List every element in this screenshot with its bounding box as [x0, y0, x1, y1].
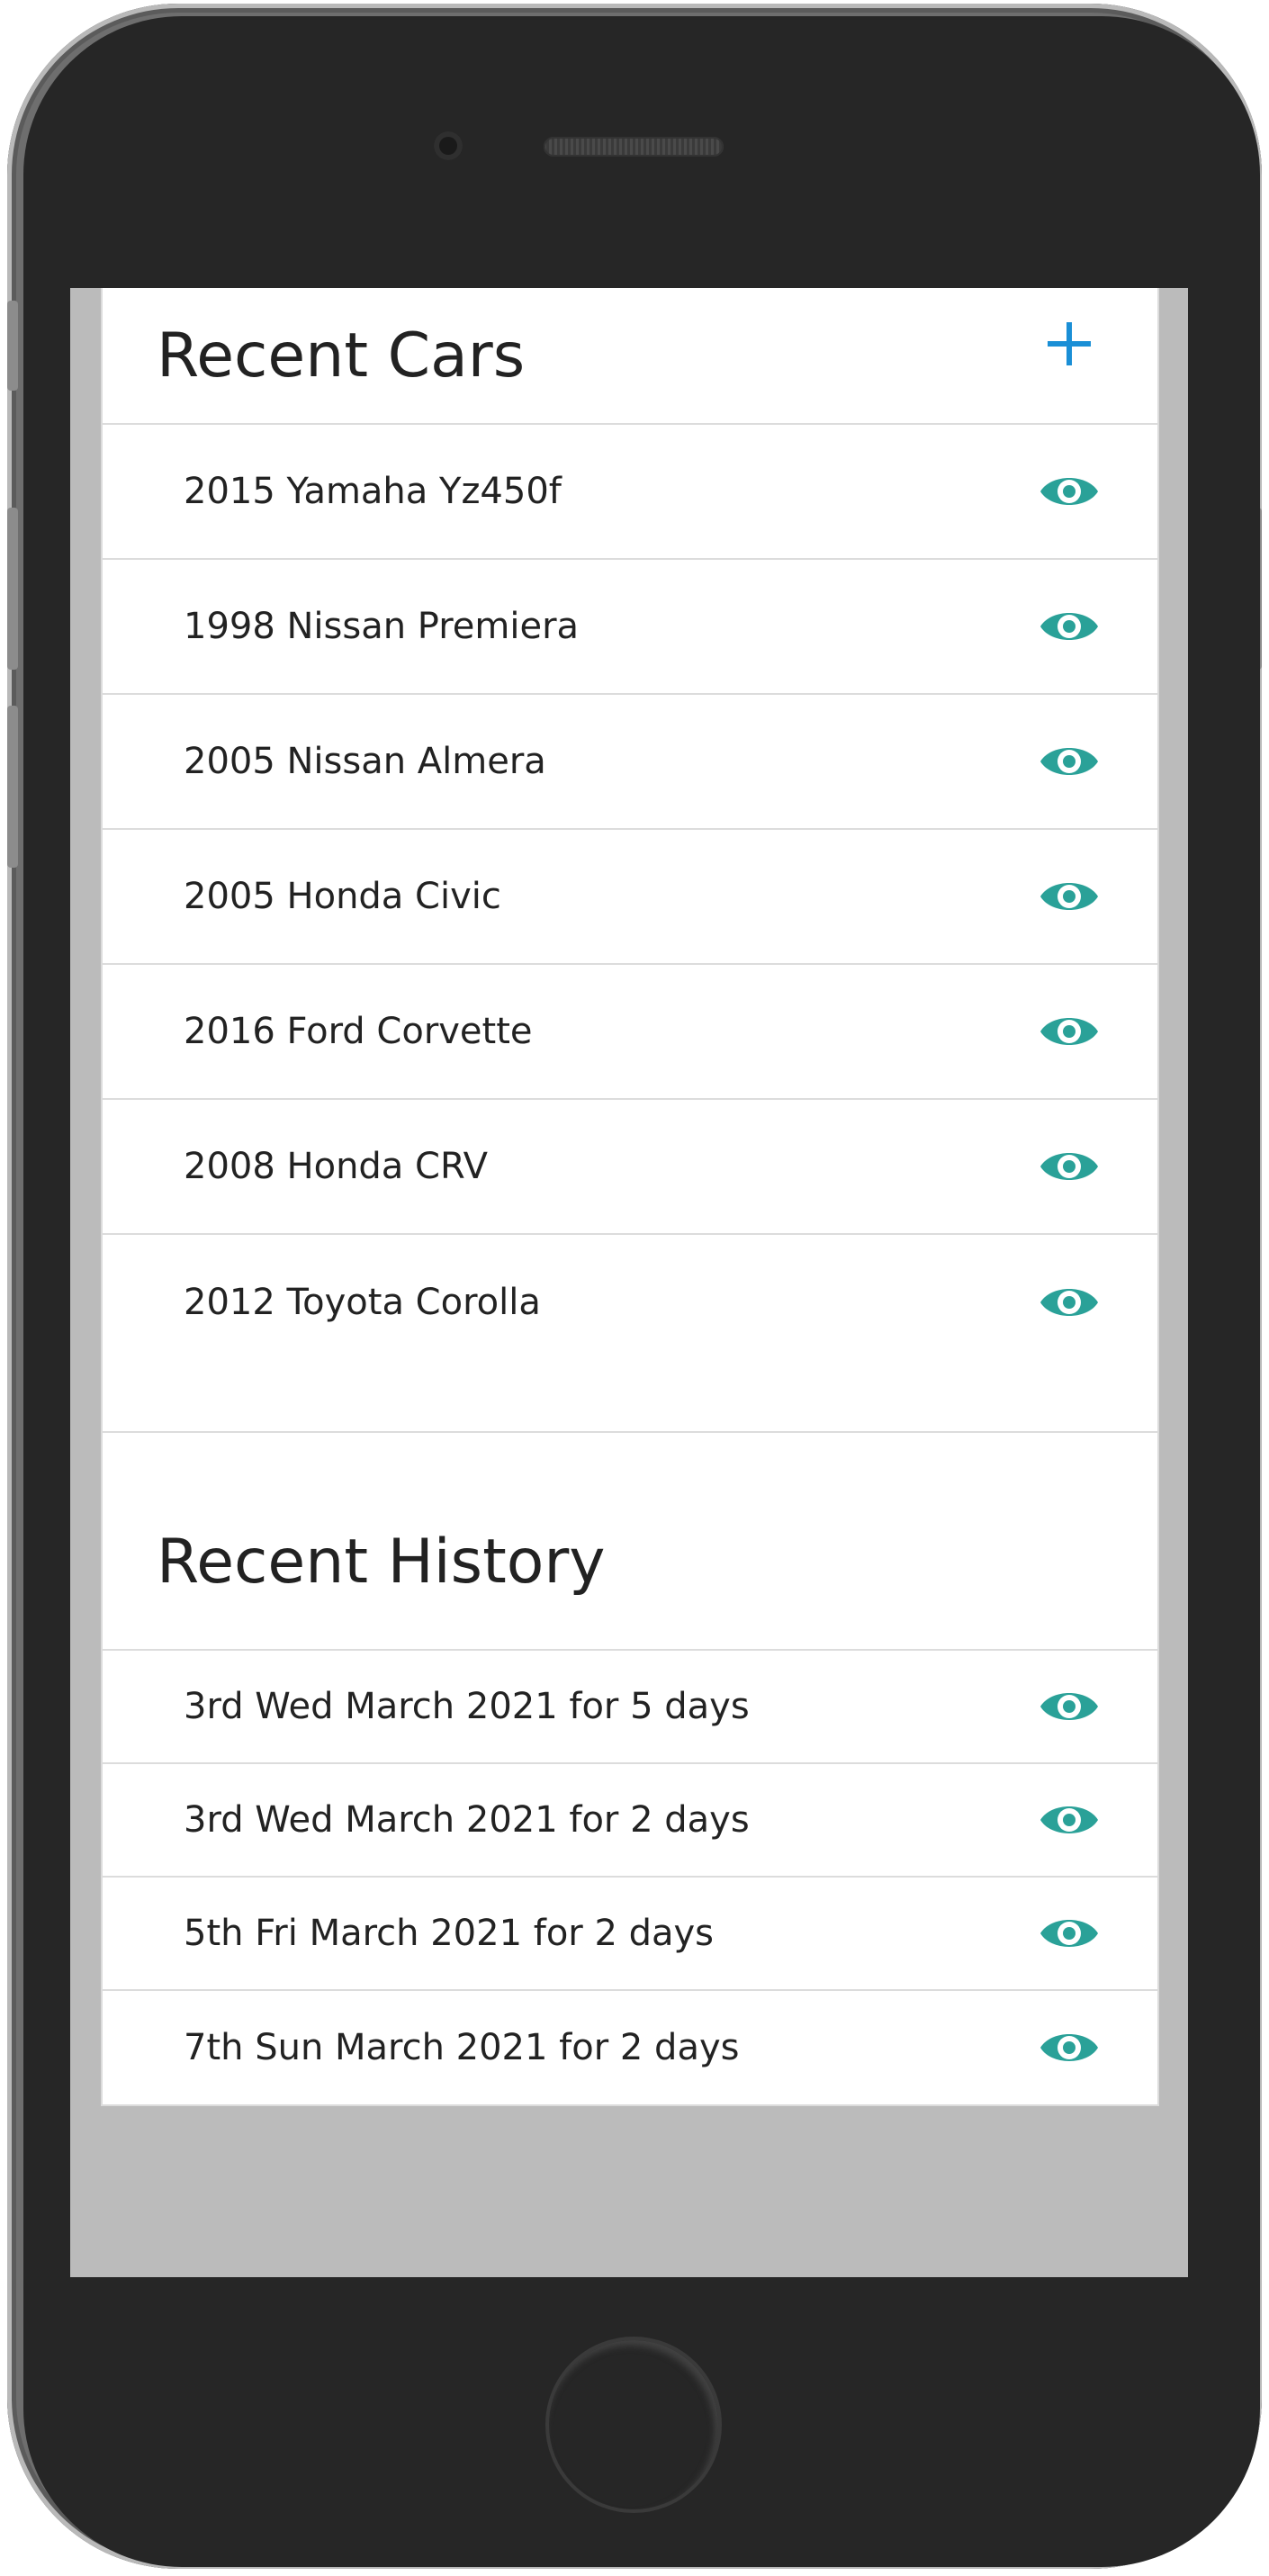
list-item-label: 5th Fri March 2021 for 2 days: [184, 1913, 715, 1954]
car-view-button[interactable]: [1039, 1145, 1100, 1188]
car-view-button[interactable]: [1039, 470, 1100, 513]
list-item-label: 2016 Ford Corvette: [184, 1011, 533, 1052]
list-item-label: 2012 Toyota Corolla: [184, 1282, 541, 1323]
earpiece-speaker: [544, 137, 724, 157]
car-item: 2016 Ford Corvette: [103, 965, 1157, 1100]
eye-icon: [1040, 1289, 1098, 1316]
volume-down-button: [7, 706, 18, 868]
history-item: 7th Sun March 2021 for 2 days: [103, 1991, 1157, 2104]
eye-icon: [1040, 1018, 1098, 1045]
car-item: 1998 Nissan Premiera: [103, 560, 1157, 695]
car-view-button[interactable]: [1039, 1010, 1100, 1053]
recent-cars-list: 2015 Yamaha Yz450f 1998 Nissan Premiera …: [103, 425, 1157, 1370]
history-item: 5th Fri March 2021 for 2 days: [103, 1878, 1157, 1991]
list-item-label: 2005 Honda Civic: [184, 876, 501, 917]
car-view-button[interactable]: [1039, 605, 1100, 648]
car-view-button[interactable]: [1039, 740, 1100, 783]
car-item: 2008 Honda CRV: [103, 1100, 1157, 1235]
eye-icon: [1040, 1693, 1098, 1720]
history-view-button[interactable]: [1039, 1798, 1100, 1842]
recent-cars-title: Recent Cars: [157, 320, 526, 392]
eye-icon: [1040, 1806, 1098, 1833]
car-item: 2005 Nissan Almera: [103, 695, 1157, 830]
list-item-label: 2015 Yamaha Yz450f: [184, 471, 562, 512]
list-item-label: 3rd Wed March 2021 for 5 days: [184, 1686, 750, 1727]
eye-icon: [1040, 613, 1098, 640]
list-item-label: 2005 Nissan Almera: [184, 741, 546, 782]
list-item-label: 2008 Honda CRV: [184, 1146, 488, 1187]
eye-icon: [1040, 748, 1098, 775]
history-view-button[interactable]: [1039, 2026, 1100, 2069]
car-view-button[interactable]: [1039, 1281, 1100, 1324]
recent-cars-header: Recent Cars: [103, 288, 1157, 425]
recent-history-title: Recent History: [157, 1527, 606, 1598]
eye-icon: [1040, 1153, 1098, 1180]
eye-icon: [1040, 2034, 1098, 2061]
add-car-button[interactable]: [1044, 319, 1094, 369]
car-item: 2012 Toyota Corolla: [103, 1235, 1157, 1370]
eye-icon: [1040, 478, 1098, 505]
home-button[interactable]: [545, 2337, 722, 2513]
car-view-button[interactable]: [1039, 875, 1100, 918]
list-item-label: 1998 Nissan Premiera: [184, 606, 580, 647]
list-item-label: 7th Sun March 2021 for 2 days: [184, 2027, 740, 2068]
eye-icon: [1040, 883, 1098, 910]
history-view-button[interactable]: [1039, 1912, 1100, 1955]
app-screen: Recent Cars 2015 Yamaha Yz450f 1998 Niss…: [70, 288, 1188, 2277]
mute-switch: [7, 301, 18, 391]
front-camera-icon: [434, 131, 463, 160]
history-view-button[interactable]: [1039, 1685, 1100, 1728]
car-item: 2005 Honda Civic: [103, 830, 1157, 965]
car-item: 2015 Yamaha Yz450f: [103, 425, 1157, 560]
recent-history-header: Recent History: [103, 1433, 1157, 1651]
list-item-label: 3rd Wed March 2021 for 2 days: [184, 1799, 750, 1841]
history-item: 3rd Wed March 2021 for 5 days: [103, 1651, 1157, 1764]
history-item: 3rd Wed March 2021 for 2 days: [103, 1764, 1157, 1878]
volume-up-button: [7, 508, 18, 670]
plus-icon: [1048, 322, 1091, 365]
recent-history-list: 3rd Wed March 2021 for 5 days 3rd Wed Ma…: [103, 1651, 1157, 2104]
eye-icon: [1040, 1920, 1098, 1947]
recent-history-card: Recent History 3rd Wed March 2021 for 5 …: [101, 1431, 1159, 2106]
